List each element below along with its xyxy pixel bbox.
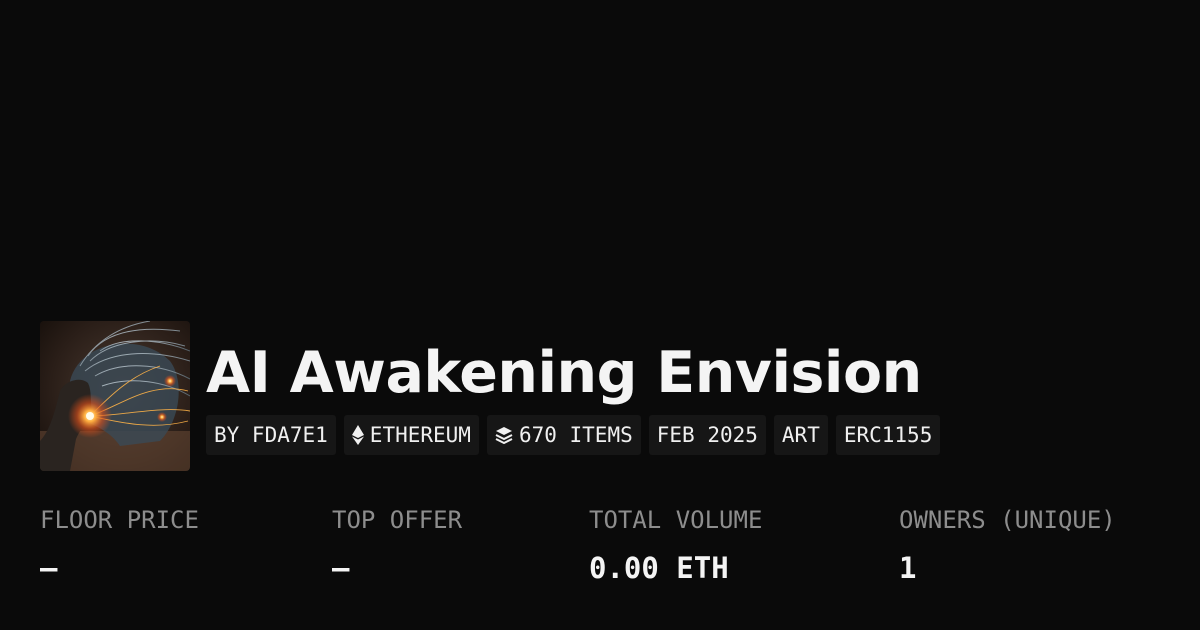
top-offer-label: TOP OFFER bbox=[332, 506, 463, 534]
standard-tag: ERC1155 bbox=[835, 415, 941, 455]
total-volume-label: TOTAL VOLUME bbox=[589, 506, 763, 534]
collection-avatar bbox=[40, 321, 190, 471]
collection-card: AI Awakening Envision BY FDA7E1 ETHEREUM bbox=[0, 0, 1200, 630]
ethereum-icon bbox=[351, 425, 364, 445]
owners-stat: OWNERS (UNIQUE) 1 bbox=[899, 500, 1116, 591]
top-offer-stat: TOP OFFER – bbox=[332, 500, 462, 591]
total-volume-value: 0.00 ETH bbox=[589, 551, 729, 585]
total-volume-stat: TOTAL VOLUME 0.00 ETH bbox=[589, 500, 762, 591]
category-tag-label: ART bbox=[781, 423, 820, 447]
chain-tag[interactable]: ETHEREUM bbox=[343, 415, 479, 455]
owners-label: OWNERS (UNIQUE) bbox=[899, 506, 1116, 534]
collection-tags: BY FDA7E1 ETHEREUM 670 ITEMS FEB 2025 AR… bbox=[206, 415, 941, 455]
chain-tag-label: ETHEREUM bbox=[369, 423, 471, 447]
date-tag: FEB 2025 bbox=[648, 415, 766, 455]
floor-price-label: FLOOR PRICE bbox=[40, 506, 199, 534]
creator-tag[interactable]: BY FDA7E1 bbox=[206, 415, 336, 455]
standard-tag-label: ERC1155 bbox=[843, 423, 933, 447]
floor-price-stat: FLOOR PRICE – bbox=[40, 500, 199, 591]
owners-value: 1 bbox=[899, 551, 917, 585]
items-tag[interactable]: 670 ITEMS bbox=[486, 415, 641, 455]
collection-stats: FLOOR PRICE – TOP OFFER – TOTAL VOLUME 0… bbox=[0, 500, 1200, 610]
floor-price-value: – bbox=[40, 551, 58, 585]
date-tag-label: FEB 2025 bbox=[656, 423, 758, 447]
top-offer-value: – bbox=[332, 551, 350, 585]
layers-icon bbox=[495, 426, 513, 444]
collection-title: AI Awakening Envision bbox=[206, 340, 922, 406]
items-tag-label: 670 ITEMS bbox=[518, 423, 633, 447]
creator-tag-label: BY FDA7E1 bbox=[214, 423, 328, 447]
category-tag[interactable]: ART bbox=[773, 415, 828, 455]
